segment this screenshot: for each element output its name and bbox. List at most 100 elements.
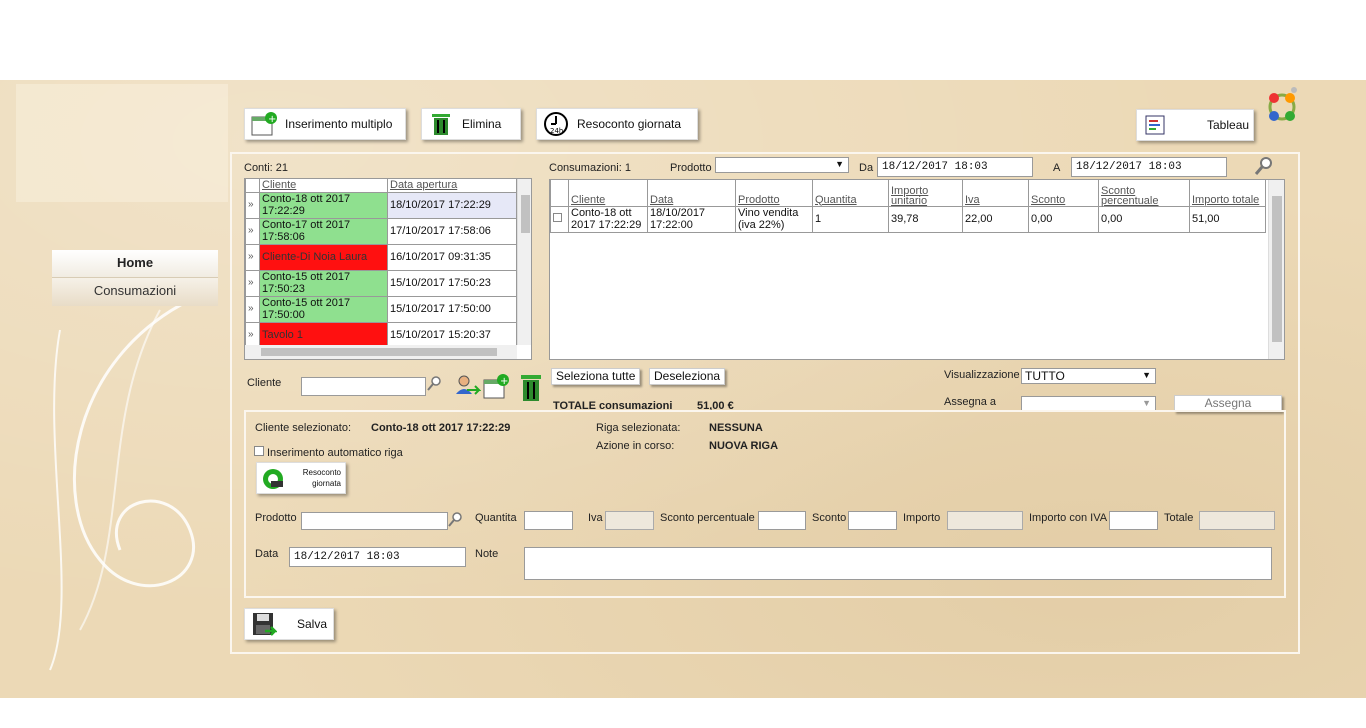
logo-icon xyxy=(1262,86,1302,128)
cliente-selezionato-label: Cliente selezionato: xyxy=(255,422,352,434)
da-label: Da xyxy=(859,162,874,174)
consumazioni-scrollbar[interactable] xyxy=(1268,180,1284,359)
note-label: Note xyxy=(475,548,499,560)
sconto-percentuale-input[interactable] xyxy=(758,511,806,530)
nav-consumazioni-label: Consumazioni xyxy=(93,283,177,298)
dropdown-arrow-icon: ▼ xyxy=(1142,370,1151,380)
inserimento-multiplo-button[interactable]: + Inserimento multiplo xyxy=(244,108,406,140)
save-icon xyxy=(249,610,279,638)
nav-home[interactable]: Home xyxy=(52,250,218,278)
resoconto-label: Resoconto giornata xyxy=(577,117,682,131)
seleziona-tutte-button[interactable]: Seleziona tutte xyxy=(551,368,641,385)
conti-scrollbar[interactable] xyxy=(517,179,531,345)
importo-iva-input[interactable] xyxy=(1109,511,1158,530)
auto-insert-checkbox[interactable] xyxy=(254,446,264,456)
trash-small-icon[interactable] xyxy=(518,373,544,403)
salva-button[interactable]: Salva xyxy=(244,608,334,640)
a-date-input[interactable]: 18/12/2017 18:03 xyxy=(1071,157,1227,177)
conti-count: Conti: 21 xyxy=(244,162,289,174)
cell-sconto: 0,00 xyxy=(1028,205,1099,233)
svg-text:24h: 24h xyxy=(550,127,563,135)
conti-row[interactable]: » Conto-17 ott 2017 17:58:06 17/10/2017 17… xyxy=(245,217,517,245)
conti-data-cell: 15/10/2017 17:50:23 xyxy=(387,269,517,297)
consumazione-row[interactable]: Conto-18 ott 2017 17:22:29 18/10/2017 17:… xyxy=(550,205,1266,233)
resoconto-giornata-button[interactable]: 24h Resoconto giornata xyxy=(536,108,698,140)
col-importo-unitario[interactable]: Importo unitario xyxy=(888,180,963,207)
row-expand-icon[interactable]: » xyxy=(245,191,260,219)
auto-insert-label: Inserimento automatico riga xyxy=(267,447,403,459)
assegna-label: Assegna a xyxy=(944,396,996,408)
conti-row[interactable]: » Conto-15 ott 2017 17:50:00 15/10/2017 17… xyxy=(245,295,517,323)
visualizzazione-select[interactable]: TUTTO ▼ xyxy=(1021,368,1156,384)
visualizzazione-value: TUTTO xyxy=(1025,369,1065,383)
svg-text:+: + xyxy=(268,114,276,125)
conti-hscrollbar[interactable] xyxy=(245,345,517,359)
conti-cliente-cell: Conto-17 ott 2017 17:58:06 xyxy=(259,217,388,245)
conti-row[interactable]: » Conto-15 ott 2017 17:50:23 15/10/2017 17… xyxy=(245,269,517,297)
prodotto-filter-label: Prodotto xyxy=(670,162,712,174)
search-icon[interactable] xyxy=(1254,156,1274,176)
inserimento-label: Inserimento multiplo xyxy=(285,117,393,131)
cliente-selezionato-value: Conto-18 ott 2017 17:22:29 xyxy=(371,422,511,434)
nav-consumazioni[interactable]: Consumazioni xyxy=(52,278,218,306)
row-checkbox[interactable] xyxy=(550,205,569,233)
tableau-icon xyxy=(1141,111,1171,139)
tableau-label: Tableau xyxy=(1207,118,1250,132)
riga-selezionata-label: Riga selezionata: xyxy=(596,422,681,434)
col-sconto[interactable]: Sconto xyxy=(1028,180,1099,207)
iva-input xyxy=(605,511,654,530)
cell-prodotto: Vino vendita (iva 22%) xyxy=(735,205,813,233)
add-user-icon[interactable] xyxy=(455,374,482,396)
trash-icon xyxy=(426,110,456,138)
note-textarea[interactable] xyxy=(524,547,1272,580)
conti-header-data[interactable]: Data apertura xyxy=(387,179,517,193)
prodotto-search-icon[interactable] xyxy=(448,512,462,528)
col-data[interactable]: Data xyxy=(647,180,736,207)
cliente-filter-input[interactable] xyxy=(301,377,426,396)
resoconto-small-button[interactable]: Resoconto giornata xyxy=(256,462,346,494)
conti-row[interactable]: » Cliente-Di Noia Laura 16/10/2017 09:31:3… xyxy=(245,243,517,271)
quantita-label: Quantita xyxy=(475,512,517,524)
cell-sconto_perc: 0,00 xyxy=(1098,205,1190,233)
decorative-swirl xyxy=(49,300,195,671)
conti-cliente-cell: Conto-15 ott 2017 17:50:23 xyxy=(259,269,388,297)
row-expand-icon[interactable]: » xyxy=(245,243,260,271)
prodotto-input[interactable] xyxy=(301,512,448,530)
iva-label: Iva xyxy=(588,512,603,524)
resoconto-green-icon xyxy=(261,467,285,491)
conti-data-cell: 17/10/2017 17:58:06 xyxy=(387,217,517,245)
da-date-input[interactable]: 18/12/2017 18:03 xyxy=(877,157,1033,177)
importo-iva-label: Importo con IVA xyxy=(1029,512,1108,524)
dropdown-arrow-icon: ▼ xyxy=(1142,398,1151,408)
calendar-add-small-icon[interactable]: + xyxy=(482,372,510,400)
tableau-button[interactable]: Tableau xyxy=(1136,109,1254,141)
cliente-search-icon[interactable] xyxy=(427,376,441,392)
col-sconto-percentuale[interactable]: Sconto percentuale xyxy=(1098,180,1190,207)
row-expand-icon[interactable]: » xyxy=(245,217,260,245)
conti-row[interactable]: » Conto-18 ott 2017 17:22:29 18/10/2017 17… xyxy=(245,191,517,219)
sconto-input[interactable] xyxy=(848,511,897,530)
conti-header-cliente[interactable]: Cliente xyxy=(259,179,388,193)
riga-selezionata-value: NESSUNA xyxy=(709,422,763,434)
data-input[interactable]: 18/12/2017 18:03 xyxy=(289,547,466,567)
consumazioni-count: Consumazioni: 1 xyxy=(549,162,631,174)
row-expand-icon[interactable]: » xyxy=(245,295,260,323)
col-importo-totale[interactable]: Importo totale xyxy=(1189,180,1266,207)
col-cliente[interactable]: Cliente xyxy=(568,180,648,207)
elimina-button[interactable]: Elimina xyxy=(421,108,521,140)
resoconto-small-line1: Resoconto xyxy=(302,468,341,477)
sconto-label: Sconto xyxy=(812,512,847,524)
conti-data-cell: 16/10/2017 09:31:35 xyxy=(387,243,517,271)
resoconto-small-line2: giornata xyxy=(312,479,341,488)
conti-cliente-cell: Conto-18 ott 2017 17:22:29 xyxy=(259,191,388,219)
col-iva[interactable]: Iva xyxy=(962,180,1029,207)
col-quantita[interactable]: Quantita xyxy=(812,180,889,207)
importo-input xyxy=(947,511,1023,530)
conti-data-cell: 18/10/2017 17:22:29 xyxy=(387,191,517,219)
row-expand-icon[interactable]: » xyxy=(245,269,260,297)
prodotto-filter-select[interactable]: ▼ xyxy=(715,157,849,173)
dropdown-arrow-icon: ▼ xyxy=(835,159,844,169)
quantita-input[interactable] xyxy=(524,511,573,530)
deseleziona-button[interactable]: Deseleziona xyxy=(649,368,726,385)
col-prodotto[interactable]: Prodotto xyxy=(735,180,813,207)
